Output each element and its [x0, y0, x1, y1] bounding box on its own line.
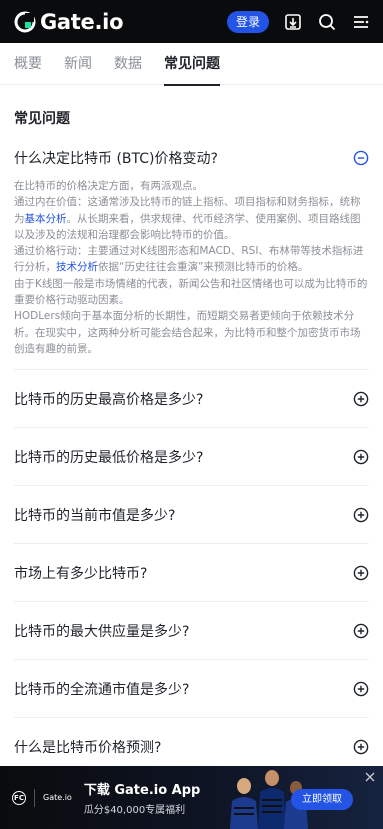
tab-data[interactable]: 数据	[114, 43, 142, 85]
faq-answer-paragraph: 在比特币的价格决定方面，有两派观点。	[14, 178, 369, 194]
close-icon[interactable]	[365, 772, 375, 782]
tab-bar: 概要 新闻 数据 常见问题	[0, 43, 383, 86]
faq-item-expanded: 什么决定比特币 (BTC)价格变动? 在比特币的价格决定方面，有两派观点。通过内…	[14, 129, 369, 371]
menu-icon[interactable]	[351, 12, 371, 32]
section-title: 常见问题	[14, 111, 70, 127]
search-icon[interactable]	[317, 12, 337, 32]
banner-title: 下载 Gate.io App	[83, 783, 201, 798]
faq-answer-paragraph: HODLers倾向于基本面分析的长期性，而短期交易者更倾向于依赖技术分析。在现实…	[14, 308, 369, 357]
faq-question[interactable]: 比特币的全流通市值是多少?	[14, 660, 369, 717]
expand-icon[interactable]	[353, 681, 369, 697]
expand-icon[interactable]	[353, 739, 369, 755]
faq-answer: 在比特币的价格决定方面，有两派观点。通过内在价值：这通常涉及比特币的链上指标、项…	[14, 178, 369, 369]
inline-link[interactable]: 基本分析	[25, 213, 67, 225]
collapse-icon[interactable]	[353, 150, 369, 166]
faq-question-text: 什么是比特币价格预测?	[14, 739, 162, 756]
partner-badge-icon: FC	[12, 790, 26, 805]
faq-item: 比特币的历史最低价格是多少?	[14, 428, 369, 487]
faq-item: 比特币的历史最高价格是多少?	[14, 370, 369, 429]
faq-item: 比特币的当前市值是多少?	[14, 486, 369, 545]
app-download-banner[interactable]: FC Gate.io 下载 Gate.io App 瓜分$40,000专属福利 …	[0, 766, 383, 829]
faq-question[interactable]: 比特币的历史最低价格是多少?	[14, 428, 369, 485]
faq-question-text: 比特币的当前市值是多少?	[14, 507, 176, 524]
faq-answer-paragraph: 通过内在价值：这通常涉及比特币的链上指标、项目指标和财务指标，统称为基本分析。从…	[14, 194, 369, 243]
banner-divider	[34, 788, 35, 807]
gate-logo-icon	[14, 11, 36, 32]
faq-question-text: 什么决定比特币 (BTC)价格变动?	[14, 150, 218, 167]
expand-icon[interactable]	[353, 507, 369, 523]
expand-icon[interactable]	[353, 623, 369, 639]
faq-item: 比特币的最大供应量是多少?	[14, 602, 369, 661]
faq-answer-paragraph: 通过价格行动：主要通过对K线图形态和MACD、RSI、布林带等技术指标进行分析，…	[14, 243, 369, 276]
inline-link[interactable]: 技术分析	[56, 261, 98, 273]
download-icon[interactable]	[283, 12, 303, 32]
faq-answer-paragraph: 由于K线图一般是市场情绪的代表，新闻公告和社区情绪也可以成为比特币的重要价格行动…	[14, 276, 369, 309]
answer-text: HODLers倾向于基本面分析的长期性，而短期交易者更倾向于依赖技术分析。在现实…	[14, 310, 361, 355]
faq-question-text: 市场上有多少比特币?	[14, 565, 148, 582]
faq-list: 什么决定比特币 (BTC)价格变动? 在比特币的价格决定方面，有两派观点。通过内…	[0, 129, 383, 777]
banner-gate-logo: Gate.io	[43, 793, 72, 802]
gate-logo[interactable]: Gate.io	[14, 9, 124, 34]
answer-text: 。从长期来看，供求规律、代币经济学、使用案例、项目路线图以及涉及的法规和治理都会…	[14, 212, 361, 241]
banner-subtitle: 瓜分$40,000专属福利	[83, 805, 186, 816]
faq-question[interactable]: 比特币的历史最高价格是多少?	[14, 370, 369, 427]
logo-text: Gate.io	[40, 9, 124, 34]
claim-button[interactable]: 立即领取	[291, 789, 353, 810]
faq-question-text: 比特币的全流通市值是多少?	[14, 681, 190, 698]
faq-question-text: 比特币的最大供应量是多少?	[14, 623, 190, 640]
answer-text: 由于K线图一般是市场情绪的代表，新闻公告和社区情绪也可以成为比特币的重要价格行动…	[14, 277, 368, 307]
faq-question[interactable]: 比特币的当前市值是多少?	[14, 486, 369, 543]
faq-question[interactable]: 比特币的最大供应量是多少?	[14, 602, 369, 659]
faq-question-text: 比特币的历史最高价格是多少?	[14, 391, 204, 408]
faq-question-text: 比特币的历史最低价格是多少?	[14, 449, 204, 466]
expand-icon[interactable]	[353, 391, 369, 407]
faq-question[interactable]: 市场上有多少比特币?	[14, 544, 369, 601]
tab-overview[interactable]: 概要	[14, 43, 42, 85]
answer-text: 在比特币的价格决定方面，有两派观点。	[14, 180, 203, 192]
login-button[interactable]: 登录	[226, 10, 269, 33]
expand-icon[interactable]	[353, 449, 369, 465]
faq-item: 市场上有多少比特币?	[14, 544, 369, 603]
top-navbar: Gate.io 登录	[0, 0, 383, 43]
tab-news[interactable]: 新闻	[64, 43, 92, 85]
answer-text: 依据“历史往往会重演”来预测比特币的价格。	[98, 261, 309, 274]
tab-faq[interactable]: 常见问题	[164, 43, 220, 86]
expand-icon[interactable]	[353, 565, 369, 581]
faq-item: 比特币的全流通市值是多少?	[14, 660, 369, 719]
banner-logos: FC Gate.io	[12, 788, 72, 807]
